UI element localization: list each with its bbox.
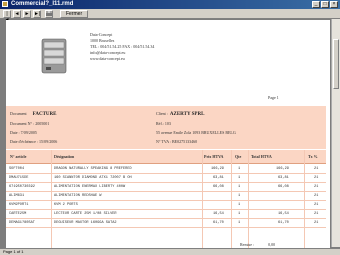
cell-article: CARTE25M xyxy=(9,212,27,216)
col-price: Prix HTVA xyxy=(204,154,224,159)
company-web: www.data-concept.eu xyxy=(90,56,125,61)
cell-article: DMAU715DE xyxy=(9,176,29,180)
prev-page-button[interactable]: ◄ xyxy=(13,10,21,18)
cell-tax: 21 xyxy=(314,203,319,207)
cell-price: 66,08 xyxy=(213,185,224,189)
table-row: DEMAG1?80SAT DEGUISEUR MAXTOR 160GGA SAT… xyxy=(6,219,326,228)
cell-price: 61,70 xyxy=(213,221,224,225)
page-number: Page 1 xyxy=(268,95,279,100)
cell-total: 16,54 xyxy=(278,212,289,216)
cell-tax: 21 xyxy=(314,185,319,189)
cell-tax: 21 xyxy=(314,167,319,171)
table-row: KVM2PORT1 KVM 2 PORTS 1 21 xyxy=(6,201,326,210)
cell-tax: 21 xyxy=(314,176,319,180)
client-name: AZERTY SPRL xyxy=(169,112,205,117)
table-header: N° article Désignation Prix HTVA Qte Tot… xyxy=(6,150,326,164)
status-bar: Page 1 of 1 xyxy=(0,248,340,255)
document-details: Document FACTURE Document N° : 2005001 D… xyxy=(10,109,57,146)
client-address: 55 avenue Emile Zola 1093 BRUXELLES BELG xyxy=(156,130,236,135)
next-page-button[interactable]: ► xyxy=(23,10,31,18)
table-row: ALIM631 ALIMENTATION REDSHAE W 1 21 xyxy=(6,192,326,201)
client-label: Client : xyxy=(156,111,168,116)
close-report-button[interactable]: Fermer xyxy=(60,10,89,18)
last-page-button[interactable]: ►| xyxy=(33,10,41,18)
window-title: Commercial?_I11.rmd xyxy=(11,1,74,7)
cell-designation: LECTEUR CARTE 25M 1/08 SILVER xyxy=(54,212,117,216)
cell-price: 166,29 xyxy=(211,167,224,171)
cell-price: 16,54 xyxy=(213,212,224,216)
scrollbar-thumb[interactable] xyxy=(333,39,339,89)
first-page-button[interactable]: |◄ xyxy=(3,10,11,23)
col-qty: Qte xyxy=(235,154,242,159)
app-icon xyxy=(2,1,8,7)
cell-article: 671950730392 xyxy=(9,185,35,189)
cell-designation: DRAGON NATURALLY SPEAKING 8 PREFERED xyxy=(54,167,132,171)
cell-total: 63,81 xyxy=(278,176,289,180)
minimize-button[interactable]: _ xyxy=(312,1,320,8)
cell-designation: ALIMENTATION REDSHAE W xyxy=(54,194,102,198)
col-article: N° article xyxy=(10,154,27,159)
doc-number-value: 2005001 xyxy=(35,121,50,126)
col-total: Total HTVA xyxy=(251,154,272,159)
doc-number-label: Document N° : xyxy=(10,121,35,126)
cell-article: ALIM631 xyxy=(9,194,25,198)
cell-qty: 1 xyxy=(238,212,241,216)
cell-tax: 21 xyxy=(314,194,319,198)
table-row: SOFT004 DRAGON NATURALLY SPEAKING 8 PREF… xyxy=(6,165,326,174)
server-logo-icon xyxy=(41,38,67,74)
cell-designation: KVM 2 PORTS xyxy=(54,203,78,207)
doc-type-label: Document xyxy=(10,111,27,116)
report-viewer-window: Commercial?_I11.rmd _ □ × |◄ ◄ ► ►| Ferm… xyxy=(0,0,340,255)
cell-tax: 21 xyxy=(314,212,319,216)
cell-qty: 1 xyxy=(238,167,241,171)
client-details: Client : AZERTY SPRL Réf.: 103 55 avenue… xyxy=(156,109,236,146)
doc-date-value: 7/09/2005 xyxy=(20,130,37,135)
close-window-button[interactable]: × xyxy=(330,1,338,8)
toolbar: |◄ ◄ ► ►| Fermer xyxy=(0,9,340,23)
table-row: 671950730392 ALIMENTATION ENERMAX LIBERT… xyxy=(6,183,326,192)
cell-designation: DEGUISEUR MAXTOR 160GGA SATA2 xyxy=(54,221,117,225)
cell-total: 61,70 xyxy=(278,221,289,225)
cell-article: SOFT004 xyxy=(9,167,25,171)
cell-total: 166,29 xyxy=(276,167,289,171)
title-bar: Commercial?_I11.rmd _ □ × xyxy=(0,0,340,9)
invoice-table: N° article Désignation Prix HTVA Qte Tot… xyxy=(6,150,326,251)
print-icon[interactable] xyxy=(45,10,53,18)
doc-due-label: Date d'échéance : xyxy=(10,139,39,144)
discount-label: Remise : xyxy=(240,242,255,247)
cell-article: KVM2PORT1 xyxy=(9,203,29,207)
cell-tax: 21 xyxy=(314,221,319,225)
cell-qty: 1 xyxy=(238,221,241,225)
col-tax: Tx % xyxy=(308,154,318,159)
vertical-scrollbar[interactable] xyxy=(331,19,340,247)
table-row: DMAU715DE 160 SCANNTOR DIAMOND ATX1 7200… xyxy=(6,174,326,183)
client-vat: N° TVA : BE0275133460 xyxy=(156,139,198,144)
client-ref: Réf.: 103 xyxy=(156,121,171,126)
document-info-block: Document FACTURE Document N° : 2005001 D… xyxy=(6,106,326,149)
table-row: CARTE25M LECTEUR CARTE 25M 1/08 SILVER 1… xyxy=(6,210,326,219)
doc-due-value: 15/09/2006 xyxy=(39,139,58,144)
company-block: Data-Concept 1000 Bruxelles TEL : 004/51… xyxy=(90,32,154,62)
cell-designation: 160 SCANNTOR DIAMOND ATX1 72007 B OH xyxy=(54,176,132,180)
discount-value: 0,00 xyxy=(268,242,276,247)
col-designation: Désignation xyxy=(54,154,75,159)
cell-designation: ALIMENTATION ENERMAX LIBERTY 400W xyxy=(54,185,126,189)
cell-qty: 1 xyxy=(238,176,241,180)
cell-qty: 1 xyxy=(238,203,241,207)
cell-qty: 1 xyxy=(238,194,241,198)
cell-total: 66,08 xyxy=(278,185,289,189)
maximize-button[interactable]: □ xyxy=(321,1,329,8)
cell-qty: 1 xyxy=(238,185,241,189)
cell-price: 63,81 xyxy=(213,176,224,180)
doc-date-label: Date : xyxy=(10,130,20,135)
doc-type-value: FACTURE xyxy=(32,112,57,117)
cell-article: DEMAG1?80SAT xyxy=(9,221,35,225)
